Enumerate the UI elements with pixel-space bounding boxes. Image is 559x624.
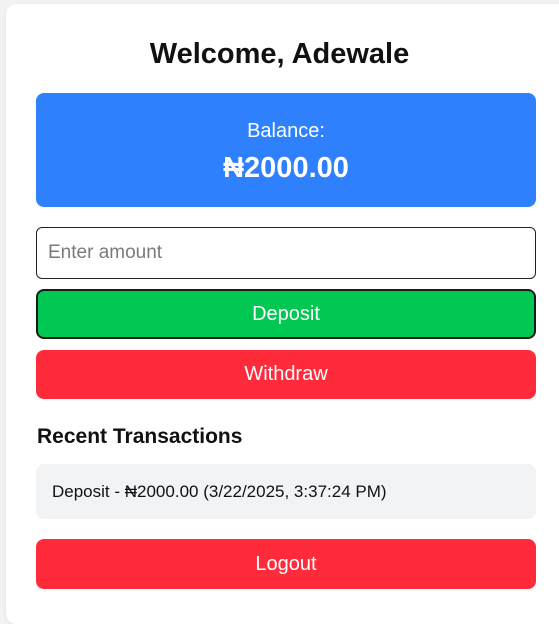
deposit-button[interactable]: Deposit bbox=[36, 289, 536, 339]
recent-transactions-heading: Recent Transactions bbox=[37, 425, 243, 448]
page-title: Welcome, Adewale bbox=[149, 38, 410, 70]
amount-input[interactable] bbox=[36, 227, 536, 279]
balance-amount: ₦2000.00 bbox=[223, 152, 349, 184]
transaction-item: Deposit - ₦2000.00 (3/22/2025, 3:37:24 P… bbox=[36, 464, 536, 519]
logout-button[interactable]: Logout bbox=[36, 539, 536, 589]
balance-label: Balance: bbox=[247, 120, 325, 142]
transaction-list: Deposit - ₦2000.00 (3/22/2025, 3:37:24 P… bbox=[36, 464, 536, 519]
withdraw-button[interactable]: Withdraw bbox=[36, 350, 536, 399]
balance-card: Balance: ₦2000.00 bbox=[36, 93, 536, 207]
